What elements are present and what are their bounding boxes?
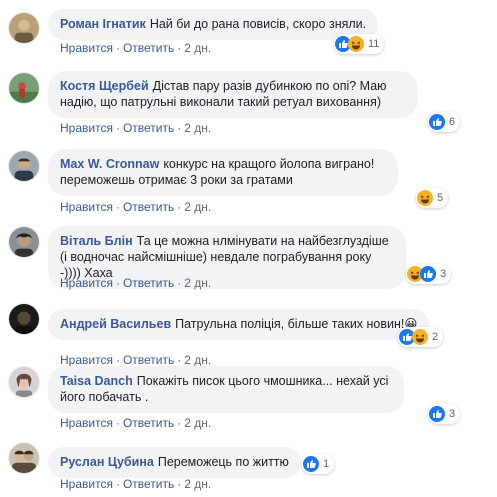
- like-reaction-icon: [429, 114, 445, 130]
- comment-author[interactable]: Taisa Danch: [60, 374, 133, 388]
- reactions-summary[interactable]: 11: [334, 34, 385, 54]
- reactions-summary[interactable]: 3: [406, 264, 452, 284]
- like-button[interactable]: Нравится: [60, 416, 113, 430]
- avatar[interactable]: [8, 150, 40, 182]
- reaction-count: 11: [368, 38, 380, 50]
- reply-button[interactable]: Ответить: [123, 121, 174, 135]
- comment-timestamp[interactable]: 2 дн.: [184, 353, 211, 367]
- reaction-count: 5: [437, 192, 444, 204]
- avatar[interactable]: [8, 366, 40, 398]
- comment-actions: Нравится · Ответить · 2 дн.: [60, 353, 212, 367]
- reaction-count: 3: [440, 268, 447, 280]
- comment-author[interactable]: Руслан Цубина: [60, 455, 154, 469]
- reactions-summary[interactable]: 6: [428, 112, 461, 132]
- comment-actions: Нравится · Ответить · 2 дн.: [60, 41, 212, 55]
- comment-author[interactable]: Костя Щербей: [60, 79, 149, 93]
- like-button[interactable]: Нравится: [60, 353, 113, 367]
- comment-bubble: Taisa Danch Покажіть писок цього чмошника…: [48, 366, 404, 413]
- reply-button[interactable]: Ответить: [123, 353, 174, 367]
- comment-timestamp[interactable]: 2 дн.: [184, 41, 211, 55]
- comment-author[interactable]: Роман Ігнатик: [60, 17, 146, 31]
- reaction-count: 2: [432, 331, 439, 343]
- reactions-summary[interactable]: 2: [398, 327, 444, 347]
- reply-button[interactable]: Ответить: [123, 200, 174, 214]
- comment-author[interactable]: Андрей Васильев: [60, 317, 171, 331]
- reaction-count: 1: [323, 458, 330, 470]
- comment-timestamp[interactable]: 2 дн.: [184, 200, 211, 214]
- comment-bubble: Андрей Васильев Патрульна поліція, більше…: [48, 309, 430, 340]
- reply-button[interactable]: Ответить: [123, 477, 174, 491]
- comment-author[interactable]: Max W. Cronnaw: [60, 157, 159, 171]
- reaction-count: 6: [449, 116, 456, 128]
- like-button[interactable]: Нравится: [60, 41, 113, 55]
- reaction-count: 3: [449, 408, 456, 420]
- like-button[interactable]: Нравится: [60, 121, 113, 135]
- reply-button[interactable]: Ответить: [123, 41, 174, 55]
- haha-reaction-icon: [348, 36, 364, 52]
- avatar[interactable]: [8, 12, 40, 44]
- comment-actions: Нравится · Ответить · 2 дн.: [60, 200, 212, 214]
- like-button[interactable]: Нравится: [60, 477, 113, 491]
- haha-reaction-icon: [417, 190, 433, 206]
- like-reaction-icon: [429, 406, 445, 422]
- like-reaction-icon: [303, 456, 319, 472]
- comment-timestamp[interactable]: 2 дн.: [184, 121, 211, 135]
- reply-button[interactable]: Ответить: [123, 416, 174, 430]
- comment-bubble: Max W. Cronnaw конкурс на кращого йолопа …: [48, 149, 398, 196]
- comment-bubble: Роман Ігнатик Най би до рана повисів, ско…: [48, 9, 379, 40]
- avatar[interactable]: [8, 442, 40, 474]
- like-button[interactable]: Нравится: [60, 276, 113, 290]
- comment-author[interactable]: Віталь Блін: [60, 234, 133, 248]
- avatar[interactable]: [8, 72, 40, 104]
- avatar[interactable]: [8, 303, 40, 335]
- like-button[interactable]: Нравится: [60, 200, 113, 214]
- comment-bubble: Костя Щербей Дістав пару разів дубинкою п…: [48, 71, 418, 118]
- like-reaction-icon: [420, 266, 436, 282]
- avatar[interactable]: [8, 226, 40, 258]
- comment-actions: Нравится · Ответить · 2 дн.: [60, 276, 212, 290]
- comment-text: Патрульна поліція, більше таких новин!: [175, 317, 405, 331]
- comment-timestamp[interactable]: 2 дн.: [184, 276, 211, 290]
- comment-actions: Нравится · Ответить · 2 дн.: [60, 477, 212, 491]
- haha-reaction-icon: [412, 329, 428, 345]
- reactions-summary[interactable]: 5: [416, 188, 449, 208]
- reply-button[interactable]: Ответить: [123, 276, 174, 290]
- comment-actions: Нравится · Ответить · 2 дн.: [60, 416, 212, 430]
- comment-timestamp[interactable]: 2 дн.: [184, 477, 211, 491]
- comment-timestamp[interactable]: 2 дн.: [184, 416, 211, 430]
- comment-text: Най би до рана повисів, скоро зняли.: [149, 17, 367, 31]
- comment-text: Переможець по життю: [157, 455, 289, 469]
- comment-actions: Нравится · Ответить · 2 дн.: [60, 121, 212, 135]
- reactions-summary[interactable]: 1: [302, 454, 335, 474]
- comment-bubble: Руслан Цубина Переможець по життю: [48, 447, 301, 478]
- reactions-summary[interactable]: 3: [428, 404, 461, 424]
